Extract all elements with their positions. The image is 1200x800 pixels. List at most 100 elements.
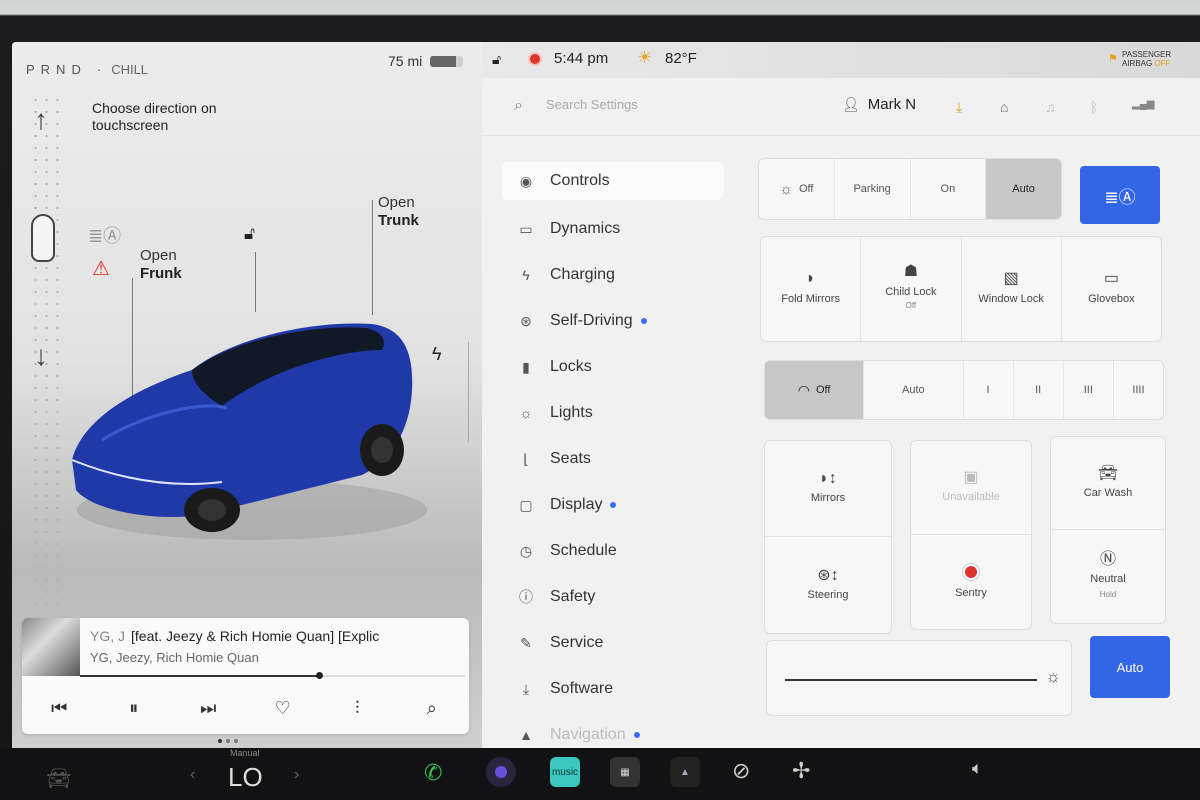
wiper-option-5[interactable]: IIII xyxy=(1114,361,1163,419)
software-update-icon[interactable]: ⤓ xyxy=(956,99,962,116)
sidebar-item-service[interactable]: ✎ Service xyxy=(502,620,724,666)
sidebar-item-label: Software xyxy=(550,680,614,697)
climate-temp-down-icon[interactable]: ‹ xyxy=(190,766,195,784)
car-menu-icon[interactable]: 🚘︎ xyxy=(46,766,71,791)
song-title[interactable]: YG, J [feat. Jeezy & Rich Homie Quan] [Ex… xyxy=(90,628,462,644)
sidebar-item-safety[interactable]: ⓘ Safety xyxy=(502,574,724,620)
wiper-option-label: II xyxy=(1035,384,1042,396)
open-frunk-button[interactable]: Open Frunk xyxy=(140,247,182,283)
passenger-airbag-status: PASSENGER AIRBAG OFF xyxy=(1122,50,1171,68)
headlight-option-parking[interactable]: Parking xyxy=(835,159,911,219)
phone-icon[interactable]: ✆ xyxy=(424,760,442,786)
neutral-hold-button[interactable]: Ⓝ Neutral Hold xyxy=(1051,530,1165,623)
vehicle-3d-model xyxy=(71,323,427,540)
sidebar-item-schedule[interactable]: ◷ Schedule xyxy=(502,528,724,574)
auto-high-beam-button[interactable]: ≣Ⓐ xyxy=(1080,166,1160,224)
camera-app-icon[interactable] xyxy=(486,757,516,787)
airbag-state: OFF xyxy=(1154,59,1171,68)
pause-icon[interactable]: ⏸ xyxy=(114,698,154,719)
sidebar-item-software[interactable]: ⤓ Software xyxy=(502,666,724,712)
pager-dot[interactable] xyxy=(226,739,230,743)
settings-search-input[interactable] xyxy=(546,97,746,112)
headlight-option-on[interactable]: On xyxy=(911,159,987,219)
clock-icon: ◷ xyxy=(519,542,533,559)
arrow-down-icon[interactable]: ↓ xyxy=(34,340,48,372)
toybox-app-icon[interactable]: ▦ xyxy=(610,757,640,787)
sidebar-item-seats[interactable]: ⌊ Seats xyxy=(502,436,724,482)
fan-icon[interactable]: ✢ xyxy=(792,758,810,784)
sidebar-item-locks[interactable]: ▮ Locks xyxy=(502,344,724,390)
headlight-option-label: Auto xyxy=(1012,183,1035,195)
album-art[interactable] xyxy=(22,618,80,676)
brightness-sun-icon: ☼ xyxy=(1045,667,1061,686)
pager-dot[interactable] xyxy=(234,739,238,743)
wiper-option-0[interactable]: ◠ Off xyxy=(765,361,865,419)
tile-sub-label: Off xyxy=(905,301,917,310)
wiper-option-3[interactable]: II xyxy=(1014,361,1064,419)
range-value: 75 mi xyxy=(388,53,423,69)
climate-temp-value[interactable]: LO xyxy=(228,762,263,793)
notification-bell-icon[interactable]: ♫ xyxy=(1045,99,1056,115)
mirrors-adjust-button[interactable]: ◗↕ Mirrors xyxy=(765,441,891,537)
brightness-auto-button[interactable]: Auto xyxy=(1090,636,1170,698)
sidebar-item-label: Self-Driving xyxy=(550,312,633,329)
headlight-option-off[interactable]: ☼ Off xyxy=(759,159,835,219)
gear-indicator: PRND · CHILL xyxy=(26,62,149,77)
fold-mirrors-button[interactable]: ◗ Fold Mirrors xyxy=(761,237,862,341)
media-player: YG, J [feat. Jeezy & Rich Homie Quan] [Ex… xyxy=(22,618,469,734)
glovebox-button[interactable]: ▭ Glovebox xyxy=(1062,237,1161,341)
sidebar-item-label: Service xyxy=(550,634,604,651)
previous-track-icon[interactable]: ⏮ xyxy=(39,698,79,719)
media-search-icon[interactable]: ⌕ xyxy=(412,698,452,719)
search-icon: ⌕ xyxy=(514,97,523,114)
driver-profile[interactable]: 👤︎ Mark N xyxy=(842,96,916,113)
sidebar-item-controls[interactable]: ◉ Controls xyxy=(502,162,724,200)
sidebar-item-lights[interactable]: ☼ Lights xyxy=(502,390,724,436)
wiper-option-1[interactable]: Auto xyxy=(864,361,964,419)
window-lock-button[interactable]: ▧ Window Lock xyxy=(962,237,1062,341)
sidebar-item-display[interactable]: ▢ Display xyxy=(502,482,724,528)
seat-icon: ⌊ xyxy=(523,450,529,467)
bluetooth-icon[interactable]: ᛒ xyxy=(1090,99,1098,115)
sentry-record-icon xyxy=(963,564,979,580)
right-edge-line xyxy=(468,342,469,442)
sidebar-item-self-driving[interactable]: ⊛ Self-Driving xyxy=(502,298,724,344)
open-trunk-button[interactable]: Open Trunk xyxy=(378,194,419,230)
mirrors-steering-card: ◗↕ Mirrors ⊛↕ Steering xyxy=(764,440,892,634)
steering-adjust-button[interactable]: ⊛↕ Steering xyxy=(765,537,891,633)
sidebar-item-navigation[interactable]: ▲ Navigation xyxy=(502,712,724,748)
brightness-track[interactable] xyxy=(785,679,1037,681)
climate-temp-up-icon[interactable]: › xyxy=(294,766,299,784)
no-signal-icon[interactable]: ⊘ xyxy=(732,758,750,784)
wiper-speed-selector: ◠ Off Auto I II III IIII xyxy=(764,360,1164,420)
unavailable-label: Unavailable xyxy=(942,491,1000,503)
child-lock-button[interactable]: ☗ Child Lock Off xyxy=(861,237,962,341)
sidebar-item-dynamics[interactable]: ▭ Dynamics xyxy=(502,206,724,252)
equalizer-icon[interactable]: ⫶ xyxy=(337,698,377,719)
next-track-icon[interactable]: ⏭ xyxy=(188,698,228,719)
dashcam-record-icon[interactable] xyxy=(528,52,542,66)
charge-port-icon[interactable]: ϟ xyxy=(432,344,442,365)
volume-icon[interactable]: 🔈︎ xyxy=(972,758,983,779)
playback-progress[interactable] xyxy=(80,672,465,679)
sidebar-item-charging[interactable]: ϟ Charging xyxy=(502,252,724,298)
mini-car-icon[interactable] xyxy=(31,214,55,262)
tile-label: Glovebox xyxy=(1088,293,1135,305)
fold-mirrors-icon: ◗ xyxy=(805,270,816,287)
unlock-icon[interactable]: 🔓︎ xyxy=(244,224,255,244)
wiper-option-4[interactable]: III xyxy=(1064,361,1114,419)
sentry-mode-button[interactable]: Sentry xyxy=(911,535,1031,629)
progress-knob[interactable] xyxy=(315,672,323,679)
wiper-option-2[interactable]: I xyxy=(964,361,1014,419)
pager-dot[interactable] xyxy=(218,739,222,743)
amazon-music-icon[interactable]: music xyxy=(550,757,580,787)
headlight-option-auto[interactable]: Auto xyxy=(986,159,1061,219)
display-brightness-slider[interactable]: ☼ xyxy=(766,640,1072,716)
homelink-garage-icon[interactable]: ⌂ xyxy=(1000,99,1008,115)
favorite-heart-icon[interactable]: ♡ xyxy=(263,698,303,719)
car-lock-status-icon[interactable]: 🔓︎ xyxy=(492,51,501,68)
car-wash-button[interactable]: 🚘︎ Car Wash xyxy=(1051,437,1165,530)
tile-label: Fold Mirrors xyxy=(781,293,840,305)
arrow-up-icon[interactable]: ↑ xyxy=(34,104,48,136)
navigation-app-icon[interactable]: ▲ xyxy=(670,757,700,787)
